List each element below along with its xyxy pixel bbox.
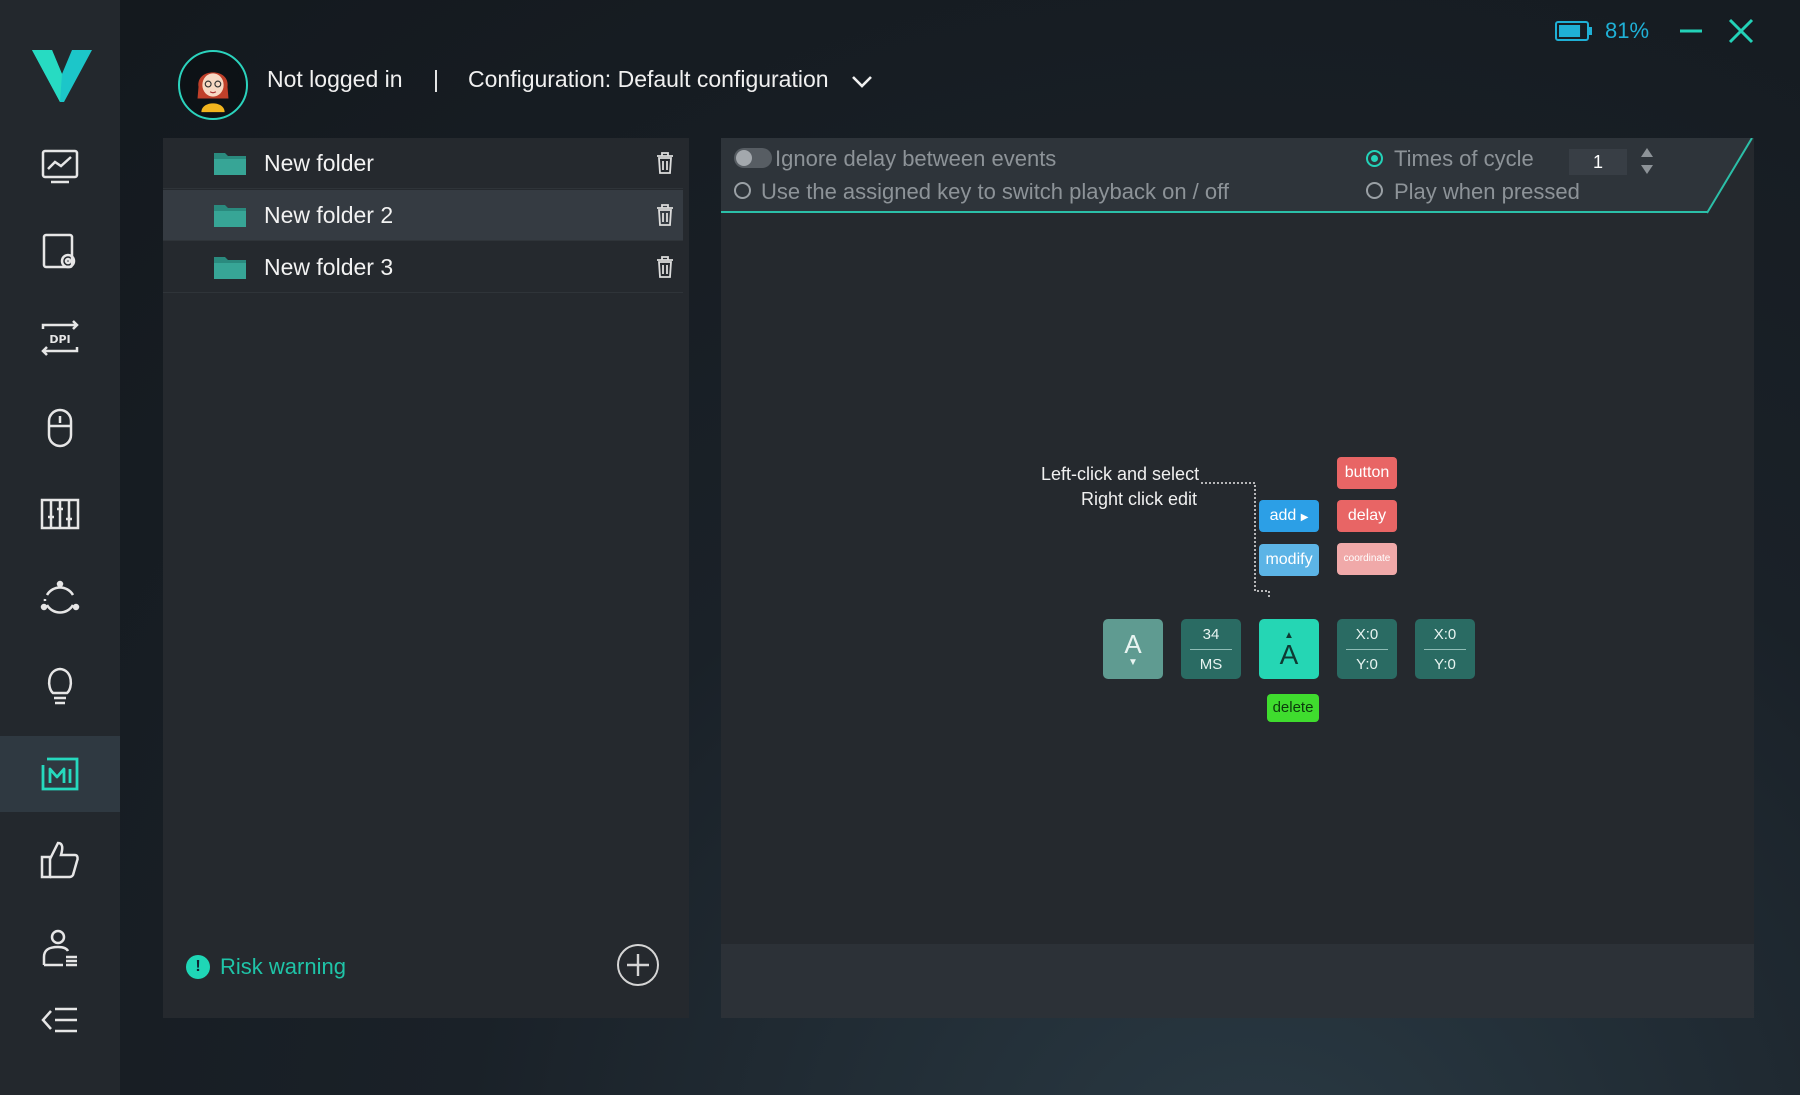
play-when-pressed-label: Play when pressed: [1394, 179, 1580, 204]
ignore-delay-label: Ignore delay between events: [775, 146, 1057, 171]
button-tag[interactable]: button: [1337, 457, 1397, 489]
guide-line-2: Right click edit: [1081, 489, 1198, 509]
add-tag[interactable]: add ▶: [1259, 500, 1319, 532]
nav-sync[interactable]: [0, 562, 120, 638]
sync-cycle-icon: [40, 580, 80, 614]
play-arrow-icon: ▶: [1300, 512, 1309, 523]
coordinate-tile[interactable]: X:0 Y:0: [1415, 619, 1475, 679]
add-tag-label: add: [1269, 507, 1297, 524]
login-status[interactable]: Not logged in: [267, 66, 403, 93]
folder-icon: [214, 257, 246, 279]
assigned-key-radio[interactable]: [734, 182, 751, 199]
avatar[interactable]: [178, 50, 248, 120]
delay-unit: MS: [1199, 655, 1223, 673]
options-diagonal: [1706, 138, 1753, 214]
nav-recommend[interactable]: [0, 822, 120, 898]
times-of-cycle-label: Times of cycle: [1394, 146, 1534, 171]
delay-tag[interactable]: delay: [1337, 500, 1397, 532]
down-arrow-icon: ▼: [1128, 656, 1138, 668]
guide-connector: [1201, 482, 1270, 599]
nav-dpi[interactable]: DPI: [0, 300, 120, 376]
key-down-label: A: [1124, 628, 1142, 659]
battery-percent: 81%: [1605, 18, 1650, 43]
tile-divider: [1190, 648, 1232, 650]
battery-icon: [1555, 21, 1592, 41]
coordinate-tile[interactable]: X:0 Y:0: [1337, 619, 1397, 679]
chevron-down-icon[interactable]: [850, 74, 874, 90]
battery-indicator: 81%: [1555, 18, 1649, 44]
trash-icon[interactable]: [656, 256, 674, 278]
app-logo: [32, 50, 92, 102]
folder-label: New folder 3: [264, 253, 394, 280]
user-avatar-icon: [184, 56, 242, 114]
editor-bottom-bar: [721, 944, 1754, 1018]
folder-label: New folder: [264, 149, 374, 176]
trash-icon[interactable]: [656, 152, 674, 174]
minimize-icon[interactable]: [1676, 16, 1706, 46]
sidebar: DPI: [0, 0, 120, 1095]
folder-row[interactable]: New folder: [163, 138, 683, 189]
times-of-cycle-radio[interactable]: [1366, 150, 1383, 167]
guide-line-1: Left-click and select: [1041, 464, 1200, 484]
coord-y: Y:0: [1356, 655, 1378, 673]
user-profile-icon: [42, 929, 77, 967]
folder-icon: [214, 205, 246, 227]
nav-mouse[interactable]: [0, 390, 120, 466]
cycle-count-input[interactable]: 1: [1569, 149, 1627, 175]
delay-value: 34: [1202, 625, 1220, 643]
equalizer-icon: [40, 498, 80, 530]
nav-collapse[interactable]: [0, 982, 120, 1058]
key-down-tile[interactable]: A ▼: [1103, 619, 1163, 679]
ignore-delay-toggle[interactable]: [734, 148, 772, 168]
nav-macro[interactable]: [0, 736, 120, 812]
risk-warning-link[interactable]: ! Risk warning: [186, 954, 346, 980]
dpi-icon: DPI: [41, 320, 79, 356]
nav-screen-settings[interactable]: [0, 214, 120, 290]
folder-row[interactable]: New folder 3: [163, 242, 683, 293]
tile-divider: [1424, 648, 1466, 650]
play-when-pressed-radio[interactable]: [1366, 182, 1383, 199]
close-icon[interactable]: [1726, 16, 1756, 46]
risk-warning-label: Risk warning: [220, 954, 346, 979]
screen-settings-icon: [42, 233, 76, 269]
folder-label: New folder 2: [264, 201, 394, 228]
delete-tag[interactable]: delete: [1267, 694, 1319, 722]
macro-folder-list: New folder New folder 2 New folder 3 ! R…: [163, 138, 689, 1018]
folder-icon: [214, 153, 246, 175]
nav-performance[interactable]: [0, 128, 120, 204]
nav-user[interactable]: [0, 910, 120, 986]
mouse-icon: [47, 408, 73, 448]
options-underline: [721, 211, 1707, 213]
coord-x: X:0: [1433, 625, 1457, 643]
key-up-label: A: [1279, 638, 1299, 670]
coord-x: X:0: [1355, 625, 1379, 643]
coordinate-tag[interactable]: coordinate: [1337, 543, 1397, 575]
thumbs-up-icon: [40, 841, 79, 879]
trash-icon[interactable]: [656, 204, 674, 226]
modify-tag[interactable]: modify: [1259, 544, 1319, 576]
cycle-stepper-icon[interactable]: [1639, 146, 1655, 176]
delay-tile[interactable]: 34 MS: [1181, 619, 1241, 679]
warning-icon: !: [186, 955, 210, 979]
key-up-tile[interactable]: ▲ A: [1259, 619, 1319, 679]
lightbulb-icon: [47, 667, 73, 705]
performance-chart-icon: [41, 149, 79, 184]
configuration-selector[interactable]: Configuration: Default configuration: [468, 66, 829, 93]
header-separator: |: [433, 66, 439, 92]
tile-divider: [1346, 648, 1388, 650]
macro-editor: Ignore delay between events Use the assi…: [721, 138, 1754, 1018]
assigned-key-label: Use the assigned key to switch playback …: [761, 179, 1229, 204]
macro-icon: [41, 757, 79, 791]
nav-lighting[interactable]: [0, 648, 120, 724]
collapse-menu-icon: [41, 1007, 77, 1033]
coord-y: Y:0: [1434, 655, 1456, 673]
folder-row[interactable]: New folder 2: [163, 190, 683, 241]
add-folder-icon[interactable]: [616, 943, 660, 987]
svg-text:DPI: DPI: [49, 333, 70, 346]
nav-equalizer[interactable]: [0, 476, 120, 552]
